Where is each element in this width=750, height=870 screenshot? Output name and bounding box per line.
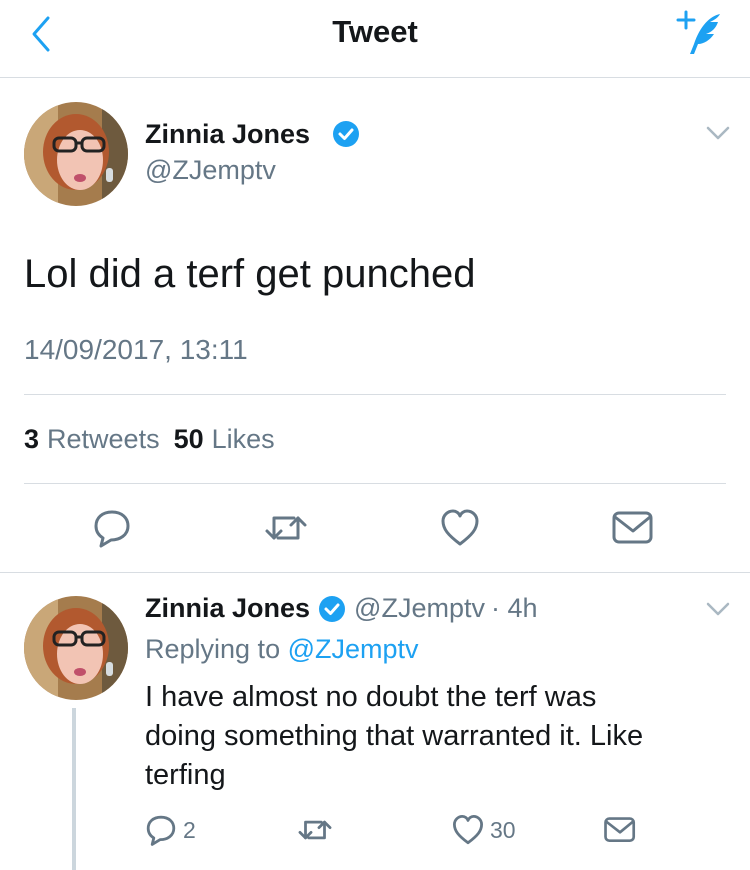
- like-icon[interactable]: [440, 508, 480, 548]
- verified-icon: [333, 121, 359, 147]
- replying-to: Replying to @ZJemptv: [145, 634, 419, 665]
- replying-to-label: Replying to: [145, 634, 281, 664]
- reply-text-line: terfing: [145, 759, 226, 791]
- author-name[interactable]: Zinnia Jones: [145, 119, 310, 150]
- reply-count: 2: [183, 816, 196, 843]
- like-icon: [453, 815, 483, 845]
- likes-count[interactable]: 50: [174, 424, 204, 455]
- reply-retweet-button[interactable]: [296, 814, 334, 851]
- retweets-label[interactable]: Retweets: [47, 424, 160, 455]
- header-divider: [0, 77, 750, 78]
- reply-avatar-image: [24, 596, 128, 700]
- compose-icon: [676, 10, 720, 54]
- compose-button[interactable]: [672, 8, 728, 60]
- verified-icon: [319, 595, 346, 622]
- retweets-count[interactable]: 3: [24, 424, 39, 455]
- chevron-down-icon[interactable]: [706, 602, 730, 618]
- tweet-stats: 3 Retweets 50 Likes: [24, 424, 275, 455]
- retweet-icon[interactable]: [262, 508, 310, 548]
- reply-message-button[interactable]: [604, 816, 636, 849]
- reply-text-line: doing something that warranted it. Like: [145, 720, 644, 752]
- page-title: Tweet: [332, 14, 418, 49]
- replying-to-link[interactable]: @ZJemptv: [288, 634, 419, 664]
- reply-author-handle[interactable]: @ZJemptv: [354, 593, 485, 624]
- reply-icon: [146, 815, 176, 846]
- message-icon[interactable]: [612, 510, 654, 546]
- stats-bottom-divider: [24, 483, 726, 484]
- like-count: 30: [490, 816, 516, 843]
- reply-avatar[interactable]: [24, 596, 128, 700]
- chevron-down-icon[interactable]: [706, 126, 730, 142]
- message-icon: [604, 817, 636, 843]
- retweet-icon: [298, 820, 332, 840]
- reply-header: Zinnia Jones @ZJemptv · 4h: [145, 593, 538, 624]
- reply-like-button[interactable]: 30: [452, 814, 516, 846]
- reply-icon[interactable]: [92, 508, 132, 548]
- avatar-image: [24, 102, 128, 206]
- avatar[interactable]: [24, 102, 128, 206]
- stats-top-divider: [24, 394, 726, 395]
- reply-reply-button[interactable]: 2: [145, 814, 196, 846]
- reply-time: · 4h: [490, 593, 538, 623]
- reply-text-line: I have almost no doubt the terf was: [145, 681, 597, 713]
- tweet-timestamp: 14/09/2017, 13:11: [24, 334, 248, 365]
- author-handle[interactable]: @ZJemptv: [145, 155, 276, 186]
- thread-line: [72, 708, 76, 870]
- likes-label[interactable]: Likes: [212, 424, 275, 455]
- tweet-text: Lol did a terf get punched: [24, 252, 476, 296]
- reply-author-name[interactable]: Zinnia Jones: [145, 593, 310, 624]
- tweet-bottom-divider: [0, 572, 750, 573]
- reply-text: I have almost no doubt the terf was doin…: [145, 678, 643, 795]
